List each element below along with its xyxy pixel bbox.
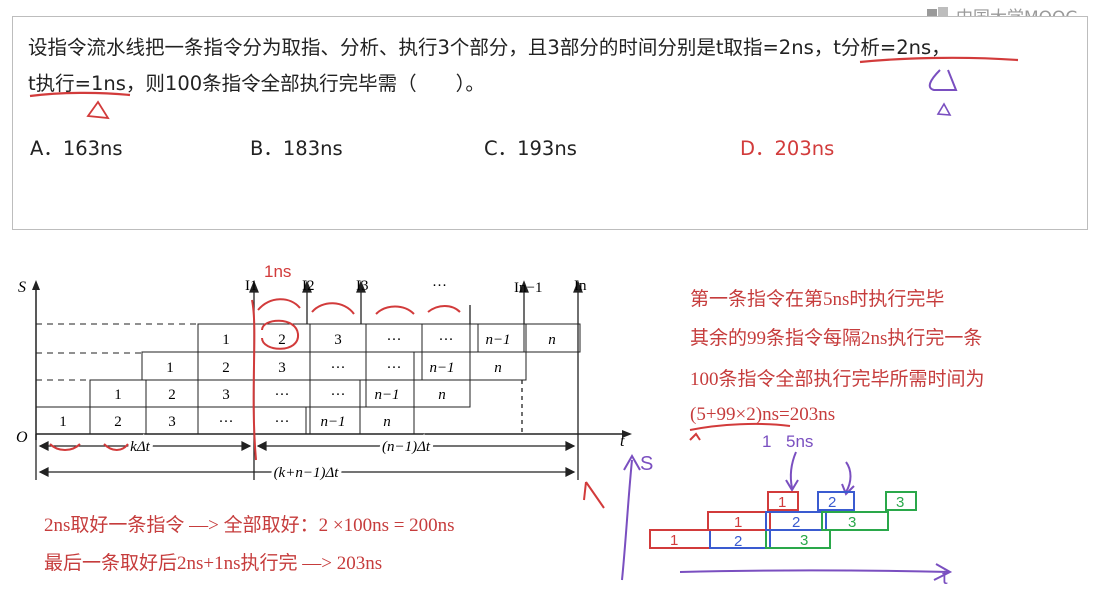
handdrawn-pipeline: 1 2 3 1 2 3 1 2 3 5ns 1 S t bbox=[621, 422, 953, 589]
svg-text:1: 1 bbox=[762, 432, 771, 451]
handwritten-s: S bbox=[640, 453, 653, 475]
handwritten-t: t bbox=[942, 567, 948, 589]
svg-text:3: 3 bbox=[848, 514, 856, 531]
svg-text:1: 1 bbox=[778, 494, 786, 511]
svg-text:3: 3 bbox=[800, 532, 808, 549]
svg-text:1: 1 bbox=[734, 514, 742, 531]
svg-text:1: 1 bbox=[670, 532, 678, 549]
svg-text:2: 2 bbox=[828, 494, 836, 511]
handwritten-5ns: 5ns bbox=[786, 432, 813, 451]
svg-text:2: 2 bbox=[792, 514, 800, 531]
svg-text:2: 2 bbox=[734, 533, 742, 550]
svg-text:3: 3 bbox=[896, 494, 904, 511]
